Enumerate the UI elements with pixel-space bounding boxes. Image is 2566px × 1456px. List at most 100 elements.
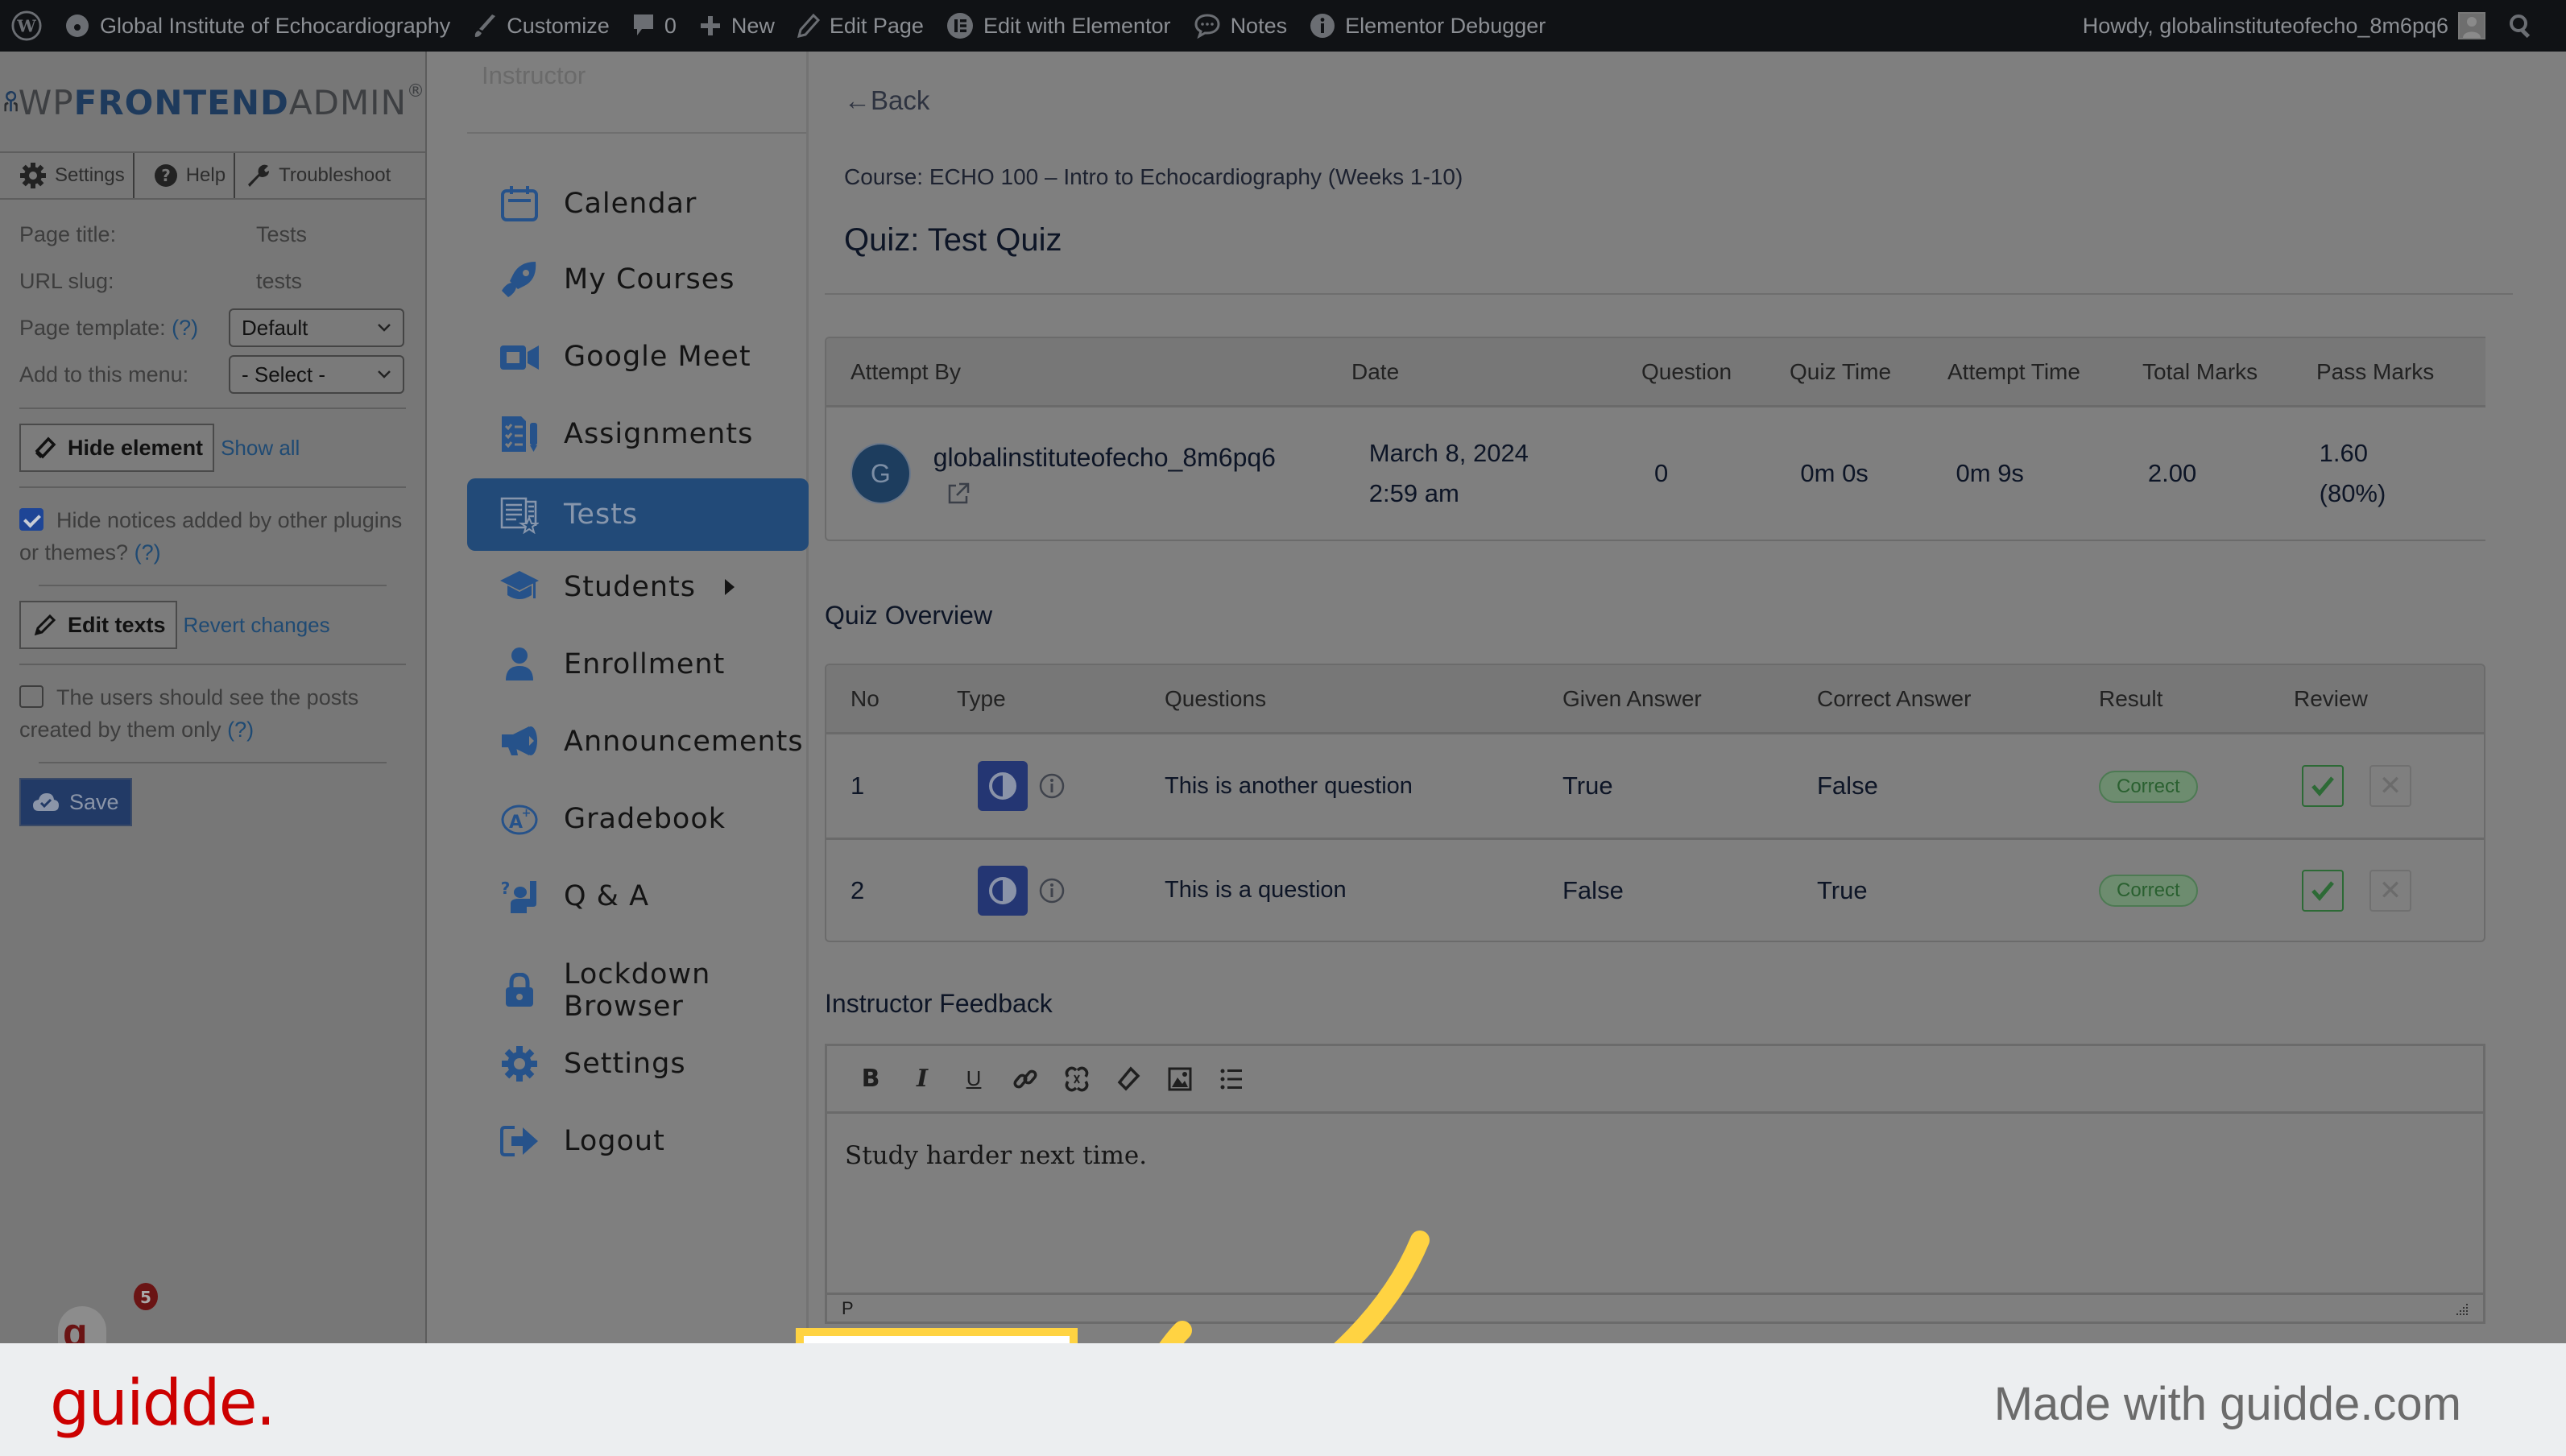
quiz-attempt-details: ←Back Course: ECHO 100 – Intro to Echoca… <box>809 52 2566 1343</box>
notes-link[interactable]: Notes <box>1182 0 1299 52</box>
mark-incorrect-button[interactable]: ✕ <box>2369 869 2411 912</box>
svg-text:?: ? <box>501 879 511 898</box>
bulleted-list-button[interactable] <box>1206 1053 1257 1105</box>
given-answer: True <box>1562 771 1613 800</box>
my-account-link[interactable]: Howdy, globalinstituteofecho_8m6pq6 <box>2071 0 2497 52</box>
sidebar-item-enrollment[interactable]: Enrollment <box>467 628 809 701</box>
search-button[interactable] <box>2497 0 2566 52</box>
italic-button[interactable]: I <box>896 1053 948 1105</box>
url-slug-label: URL slug: <box>19 268 114 293</box>
bold-button[interactable]: B <box>845 1053 896 1105</box>
edit-texts-label: Edit texts <box>68 612 166 637</box>
add-to-menu-select[interactable]: - Select - <box>229 355 404 394</box>
external-link-icon[interactable] <box>933 478 1345 510</box>
sidebar-item-logout[interactable]: Logout <box>467 1105 809 1177</box>
quiz-title: Quiz: Test Quiz <box>844 222 1062 258</box>
true-false-type-icon <box>978 865 1028 916</box>
svg-text:+: + <box>522 807 532 820</box>
elementor-debugger-link[interactable]: Elementor Debugger <box>1298 0 1557 52</box>
resize-handle-icon[interactable] <box>2454 1301 2469 1316</box>
own-posts-checkbox[interactable] <box>19 685 43 708</box>
column-header: Review <box>2294 685 2368 711</box>
table-row: G globalinstituteofecho_8m6pq6 March 8, … <box>826 407 2485 540</box>
wpfa-logo-text: WPFRONTENDADMIN® <box>18 81 425 122</box>
underline-icon: U <box>966 1066 982 1090</box>
sidebar-item-announcements[interactable]: Announcements <box>467 705 809 778</box>
column-header: Attempt By <box>851 358 961 384</box>
logout-icon <box>499 1121 540 1161</box>
sidebar-item-assignments[interactable]: Assignments <box>467 398 809 470</box>
back-link[interactable]: ←Back <box>844 85 929 116</box>
question-hand-icon: ? <box>499 876 540 916</box>
info-icon[interactable] <box>1039 878 1065 904</box>
own-posts-help-link[interactable]: (?) <box>227 718 254 742</box>
attempt-quiz-time: 0m 0s <box>1800 459 1869 487</box>
sidebar-item-label: Settings <box>564 1048 686 1080</box>
sidebar-item-my-courses[interactable]: My Courses <box>467 243 809 316</box>
hide-notices-help-link[interactable]: (?) <box>135 540 161 565</box>
column-header: No <box>851 685 879 711</box>
save-button[interactable]: Save <box>19 778 132 826</box>
caret-right-icon[interactable] <box>725 579 735 595</box>
mark-correct-button[interactable] <box>2302 765 2344 807</box>
info-icon[interactable] <box>1039 773 1065 799</box>
page-template-select[interactable]: Default <box>229 308 404 347</box>
sidebar-item-label: Q & A <box>564 880 650 912</box>
elementor-icon <box>946 13 973 39</box>
pass-marks-percent: (80%) <box>2319 479 2386 507</box>
page-template-help-link[interactable]: (?) <box>172 316 198 340</box>
table-row: 2 This is a question False True Correct … <box>826 838 2484 941</box>
clear-formatting-button[interactable] <box>1103 1053 1154 1105</box>
sidebar-item-label: My Courses <box>564 263 735 296</box>
tab-troubleshoot[interactable]: Troubleshoot <box>235 153 399 198</box>
sidebar-item-lockdown-browser[interactable]: Lockdown Browser <box>467 950 809 1031</box>
edit-texts-button[interactable]: Edit texts <box>19 601 177 649</box>
page-template-value: Default <box>242 315 308 340</box>
sidebar-item-label: Gradebook <box>564 803 726 835</box>
column-header: Question <box>1641 358 1732 384</box>
hide-element-button[interactable]: Hide element <box>19 424 215 472</box>
tab-settings[interactable]: Settings <box>0 153 135 198</box>
sidebar-item-tests[interactable]: Tests <box>467 478 809 551</box>
attempt-table-header: Attempt By Date Question Quiz Time Attem… <box>826 338 2485 407</box>
comments-link[interactable]: 0 <box>621 0 688 52</box>
sidebar-item-students[interactable]: Students <box>467 551 809 623</box>
correct-answer: True <box>1817 875 1868 904</box>
underline-button[interactable]: U <box>948 1053 999 1105</box>
revert-changes-link[interactable]: Revert changes <box>184 613 330 638</box>
sidebar-item-settings[interactable]: Settings <box>467 1028 809 1100</box>
edit-page-link[interactable]: Edit Page <box>786 0 935 52</box>
insert-image-button[interactable] <box>1154 1053 1206 1105</box>
attempt-table: Attempt By Date Question Quiz Time Attem… <box>825 337 2485 541</box>
new-content-link[interactable]: New <box>688 0 786 52</box>
avatar: G <box>851 443 911 504</box>
link-button[interactable] <box>999 1053 1051 1105</box>
sidebar-role-title: Instructor <box>482 61 586 89</box>
chevron-down-icon <box>378 370 391 378</box>
mark-correct-button[interactable] <box>2302 869 2344 912</box>
editor-toolbar: B I U <box>827 1046 2483 1114</box>
site-name-link[interactable]: Global Institute of Echocardiography <box>53 0 461 52</box>
sidebar-item-calendar[interactable]: Calendar <box>467 168 809 240</box>
mark-incorrect-button[interactable]: ✕ <box>2369 765 2411 807</box>
edit-with-elementor-link[interactable]: Edit with Elementor <box>935 0 1182 52</box>
wpfa-logo: WPFRONTENDADMIN® <box>0 52 425 153</box>
page-title-input[interactable]: Tests <box>256 222 307 247</box>
show-all-link[interactable]: Show all <box>221 436 300 461</box>
sidebar-item-label: Announcements <box>564 726 804 758</box>
sidebar-item-google-meet[interactable]: Google Meet <box>467 321 809 393</box>
url-slug-input[interactable]: tests <box>256 269 302 294</box>
edit-with-elementor-label: Edit with Elementor <box>983 13 1171 38</box>
wordpress-logo-button[interactable]: W <box>0 0 53 52</box>
page-template-label: Page template: (?) <box>19 315 199 340</box>
tab-help[interactable]: ? Help <box>135 153 236 198</box>
sidebar-item-gradebook[interactable]: A + Gradebook <box>467 783 809 855</box>
unlink-button[interactable] <box>1051 1053 1103 1105</box>
feedback-textarea[interactable]: Study harder next time. <box>827 1114 2483 1293</box>
divider <box>39 762 387 763</box>
customize-link[interactable]: Customize <box>461 0 621 52</box>
hide-element-label: Hide element <box>68 435 204 460</box>
check-icon <box>2311 880 2334 901</box>
sidebar-item-qa[interactable]: ? Q & A <box>467 860 809 933</box>
hide-notices-checkbox[interactable] <box>19 508 43 531</box>
